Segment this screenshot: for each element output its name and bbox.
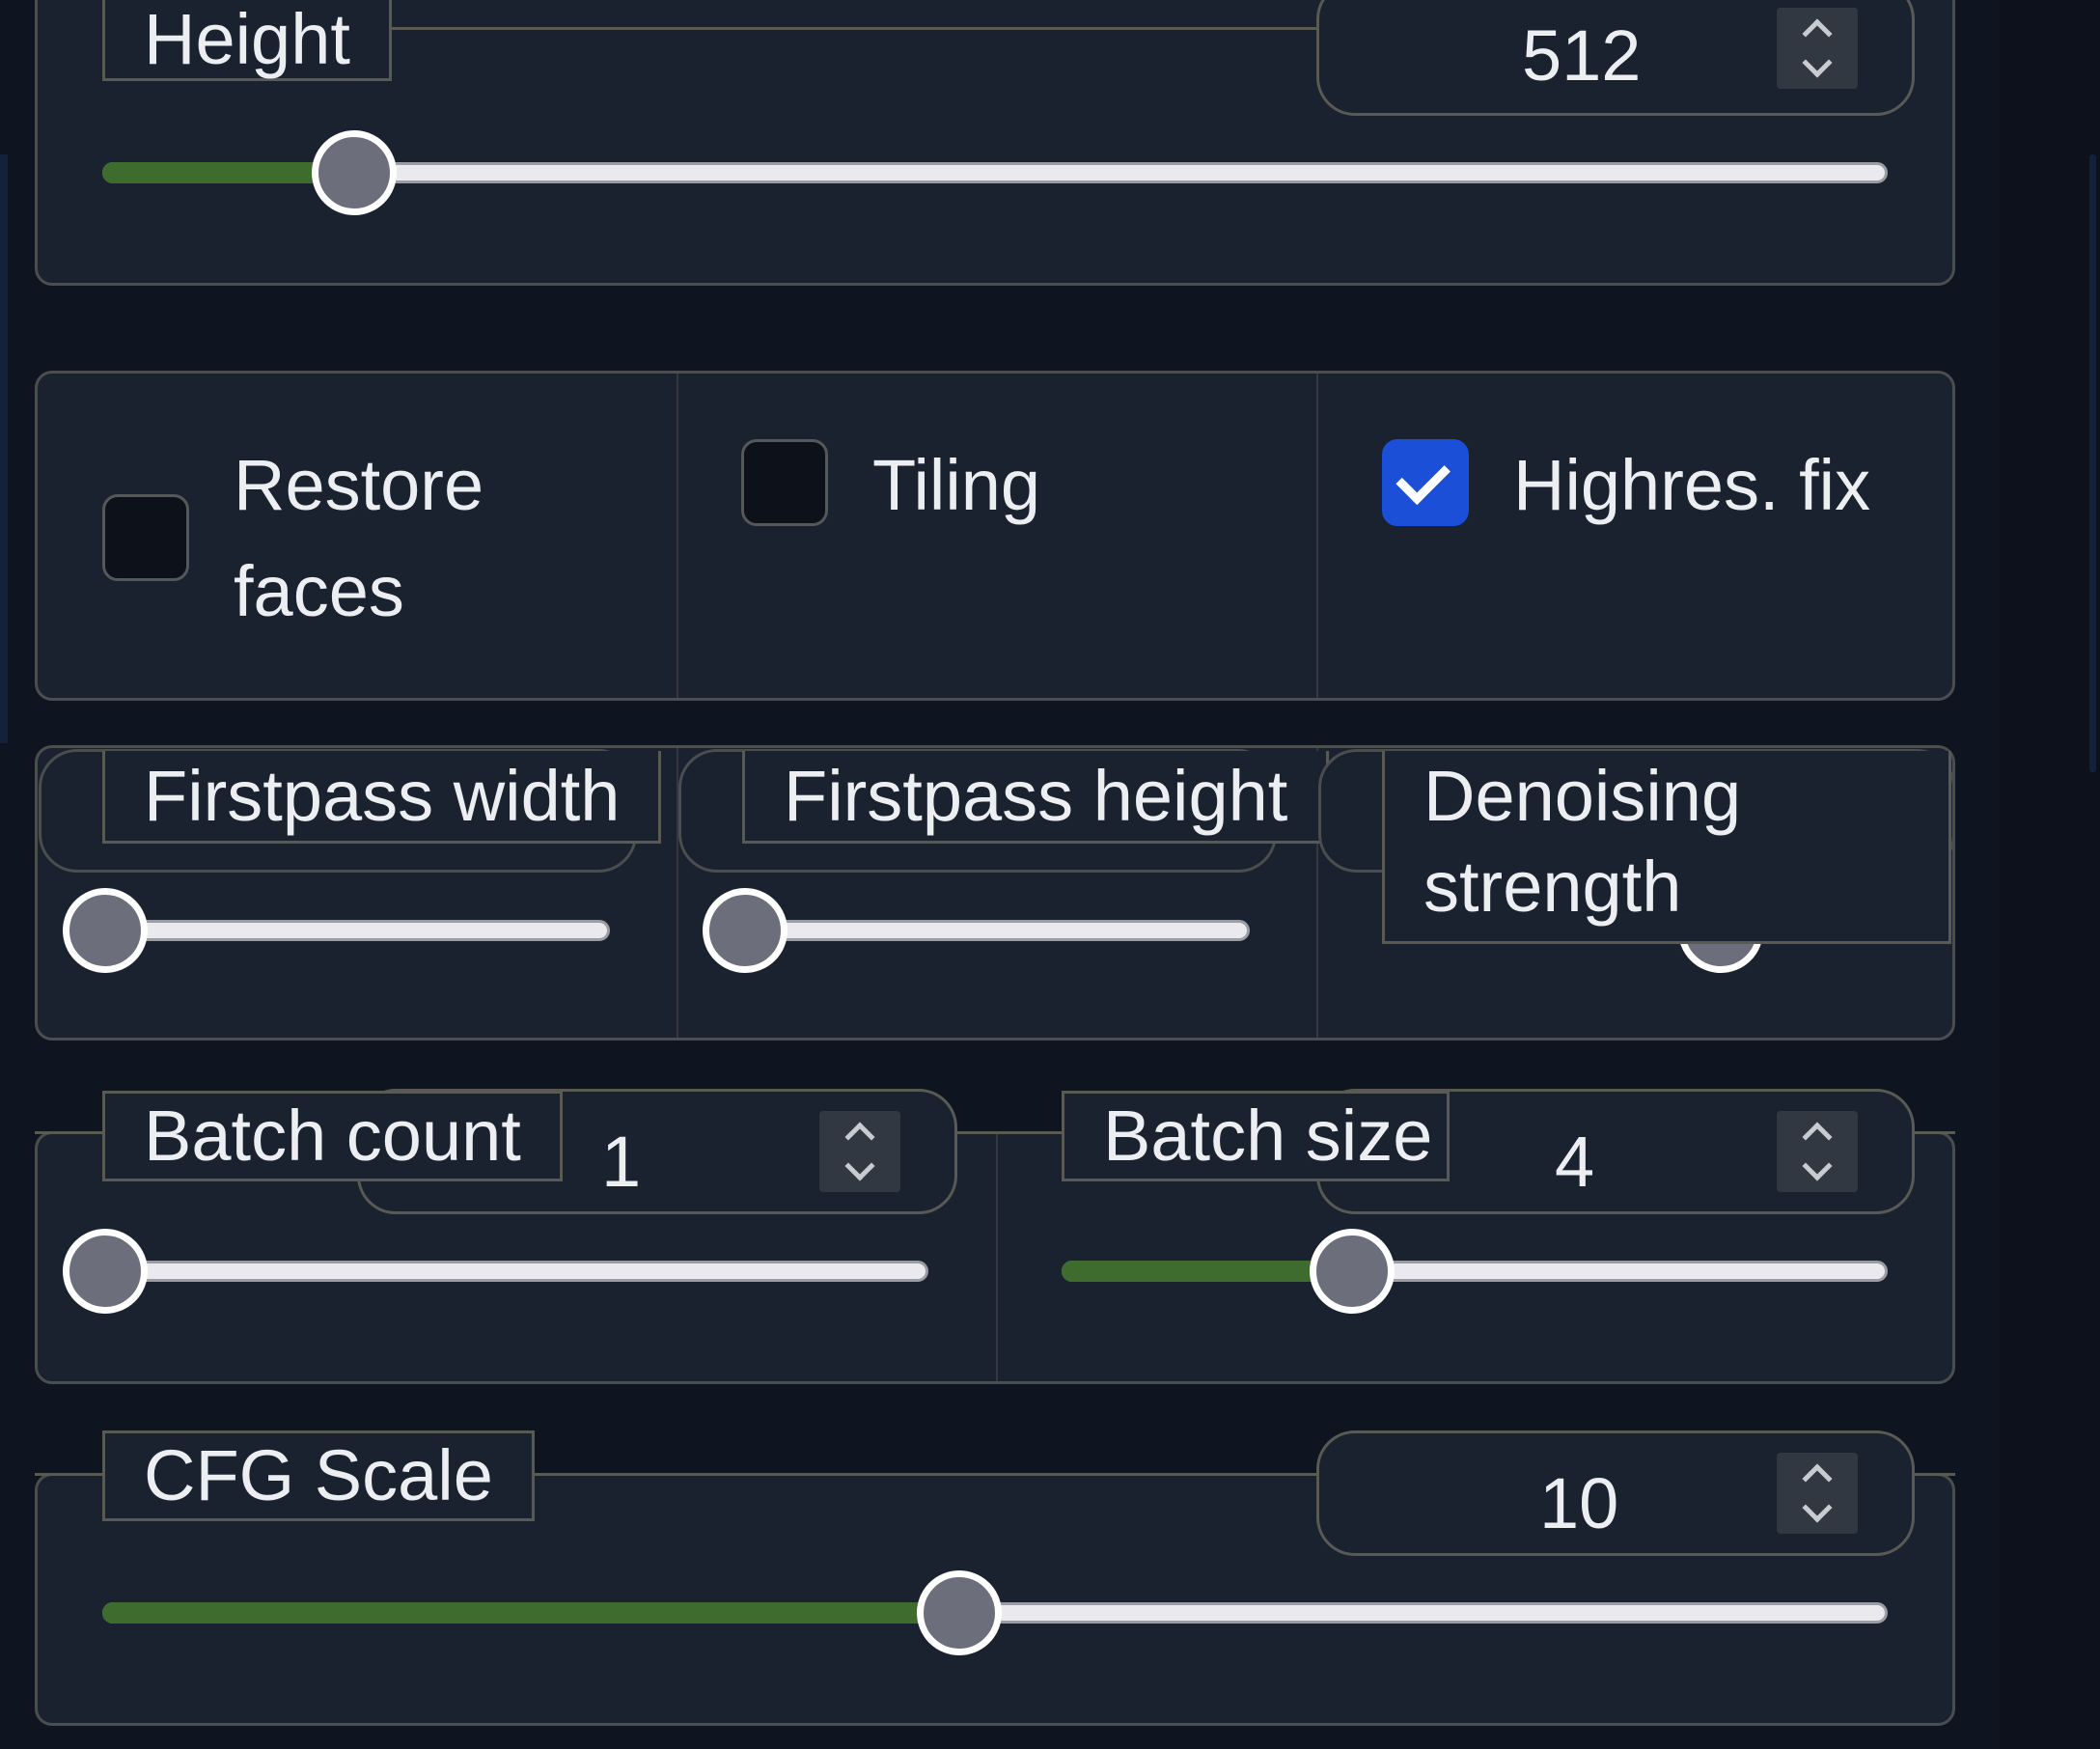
- cfg-slider-thumb[interactable]: [917, 1570, 1002, 1655]
- left-scroll-edge: [0, 154, 8, 743]
- batch-size-value[interactable]: 4: [1555, 1121, 1594, 1203]
- denoising-label: Denoising strength: [1382, 751, 1951, 944]
- chevron-up-icon[interactable]: [1802, 1122, 1833, 1152]
- height-label-text: Height: [144, 0, 350, 79]
- height-value[interactable]: 512: [1522, 14, 1641, 97]
- tiling-checkbox[interactable]: [741, 439, 828, 526]
- chevron-up-icon[interactable]: [844, 1122, 875, 1152]
- firstpass-height-slider[interactable]: [703, 888, 1250, 973]
- batch-count-spinner-icon[interactable]: [819, 1111, 900, 1192]
- cfg-label: CFG Scale: [102, 1430, 535, 1521]
- firstpass-height-label: Firstpass height: [742, 751, 1330, 844]
- cfg-value[interactable]: 10: [1539, 1462, 1618, 1544]
- check-icon: [1395, 450, 1451, 505]
- height-slider-thumb[interactable]: [312, 130, 397, 215]
- height-slider[interactable]: [102, 130, 1888, 215]
- chevron-down-icon[interactable]: [1802, 1151, 1833, 1181]
- chevron-down-icon[interactable]: [1802, 47, 1833, 78]
- chevron-down-icon[interactable]: [1802, 1492, 1833, 1523]
- options-divider-1: [677, 374, 678, 698]
- options-divider-2: [1316, 374, 1318, 698]
- scrollbar[interactable]: [2089, 154, 2096, 772]
- highres-fix-label[interactable]: Highres. fix: [1513, 432, 1870, 539]
- firstpass-width-slider[interactable]: [63, 888, 610, 973]
- cfg-slider[interactable]: [102, 1570, 1888, 1655]
- batch-size-slider-fill: [1062, 1261, 1352, 1282]
- batch-size-spinner-icon[interactable]: [1777, 1111, 1858, 1192]
- batch-divider: [996, 1134, 998, 1381]
- batch-count-label: Batch count: [102, 1091, 563, 1181]
- firstpass-width-label: Firstpass width: [102, 751, 662, 844]
- batch-count-slider-thumb[interactable]: [63, 1229, 148, 1314]
- chevron-up-icon[interactable]: [1802, 18, 1833, 49]
- cfg-number-input[interactable]: 10: [1316, 1430, 1915, 1556]
- firstpass-height-slider-thumb[interactable]: [703, 888, 788, 973]
- batch-size-label: Batch size: [1062, 1091, 1450, 1181]
- batch-size-slider[interactable]: [1062, 1229, 1888, 1314]
- right-column-edge: [2000, 0, 2100, 1749]
- firstpass-width-slider-thumb[interactable]: [63, 888, 148, 973]
- height-spinner-icon[interactable]: [1777, 8, 1858, 89]
- batch-count-slider[interactable]: [63, 1229, 928, 1314]
- tiling-label[interactable]: Tiling: [872, 432, 1040, 539]
- height-number-input[interactable]: 512: [1316, 0, 1915, 116]
- chevron-down-icon[interactable]: [844, 1151, 875, 1181]
- batch-count-value[interactable]: 1: [601, 1121, 641, 1203]
- height-label: Height: [102, 0, 392, 81]
- restore-faces-label[interactable]: Restore faces: [234, 432, 523, 645]
- cfg-spinner-icon[interactable]: [1777, 1453, 1858, 1534]
- chevron-up-icon[interactable]: [1802, 1463, 1833, 1494]
- restore-faces-checkbox[interactable]: [102, 494, 189, 581]
- batch-size-slider-thumb[interactable]: [1310, 1229, 1395, 1314]
- cfg-slider-fill: [102, 1602, 959, 1624]
- height-header-line: [386, 27, 1317, 30]
- highres-fix-checkbox[interactable]: [1382, 439, 1469, 526]
